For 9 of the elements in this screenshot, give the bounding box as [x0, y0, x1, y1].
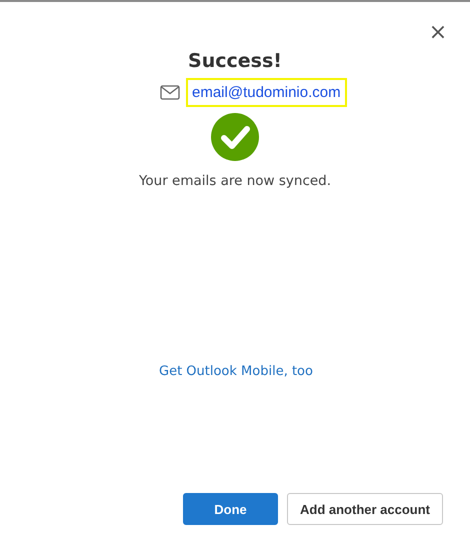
close-button[interactable]: ×	[428, 22, 448, 44]
envelope-icon	[160, 85, 180, 100]
outlook-mobile-link[interactable]: Get Outlook Mobile, too	[159, 364, 470, 379]
dialog-title: Success!	[188, 50, 282, 72]
checkmark-icon	[211, 113, 259, 161]
add-account-button[interactable]: Add another account	[287, 493, 444, 525]
done-button[interactable]: Done	[183, 493, 278, 525]
sync-message: Your emails are now synced.	[138, 173, 332, 189]
email-address: email@tudominio.com	[186, 78, 347, 107]
